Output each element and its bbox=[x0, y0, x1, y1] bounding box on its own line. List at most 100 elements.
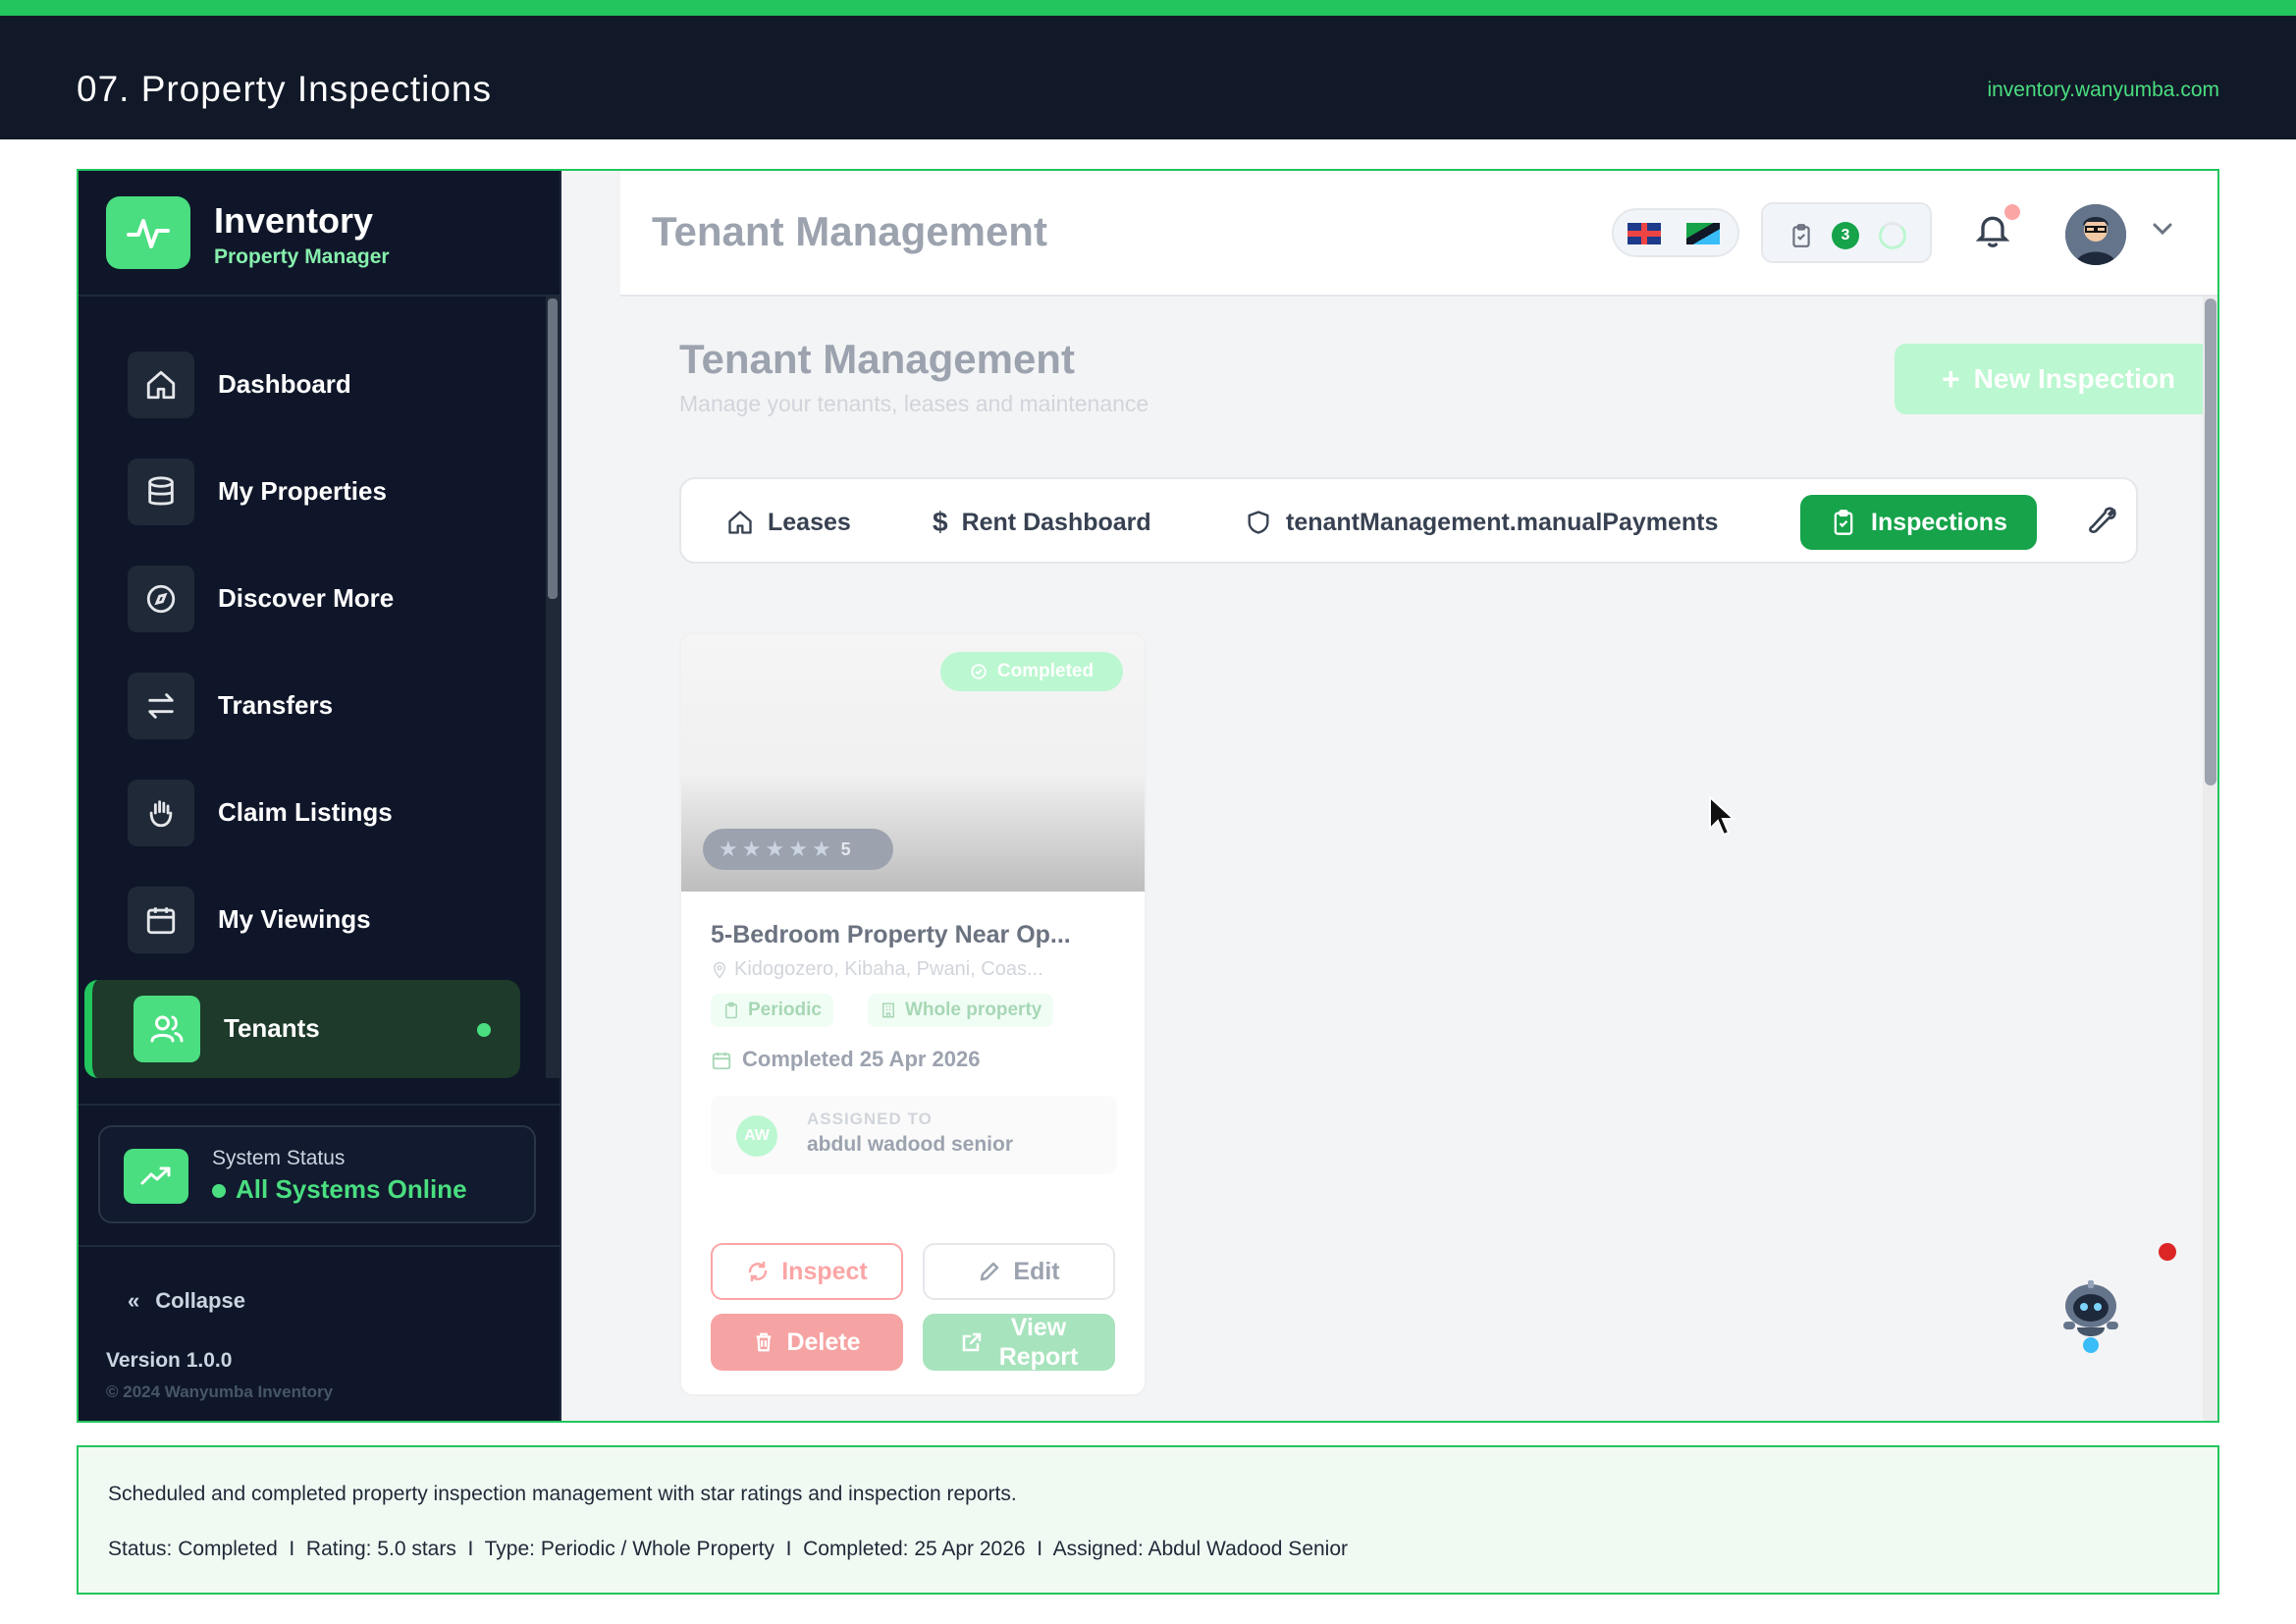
sidebar-item-label: Discover More bbox=[218, 583, 395, 613]
sidebar-divider bbox=[79, 1245, 560, 1247]
rating-badge: ★ ★ ★ ★ ★ 5 bbox=[703, 829, 893, 870]
sidebar-item-my-viewings[interactable]: My Viewings bbox=[128, 873, 550, 967]
online-dot bbox=[212, 1184, 226, 1199]
calendar-icon bbox=[128, 887, 194, 953]
page-header: 07. Property Inspections inventory.wanyu… bbox=[0, 16, 2296, 139]
tab-label: Leases bbox=[768, 508, 851, 536]
wrench-icon[interactable] bbox=[2087, 505, 2118, 536]
view-report-button[interactable]: View Report bbox=[923, 1314, 1115, 1371]
brand-name: Inventory bbox=[214, 200, 374, 241]
view-report-label: View Report bbox=[999, 1313, 1079, 1372]
new-inspection-button[interactable]: + New Inspection bbox=[1895, 344, 2217, 414]
status-text: Completed bbox=[996, 661, 1095, 681]
sidebar-item-label: Tenants bbox=[224, 1013, 320, 1043]
caption-details: Status: Completed I Rating: 5.0 stars I … bbox=[108, 1538, 1349, 1560]
sidebar-item-claim-listings[interactable]: Claim Listings bbox=[128, 766, 550, 860]
tanzania-flag-icon[interactable] bbox=[1686, 223, 1720, 244]
language-switcher[interactable] bbox=[1612, 208, 1739, 257]
star-icon: ★ bbox=[811, 837, 831, 861]
caption-description: Scheduled and completed property inspect… bbox=[108, 1483, 1017, 1505]
chatbot-robot-icon[interactable] bbox=[2054, 1278, 2128, 1357]
task-count-badge: 3 bbox=[1832, 222, 1859, 249]
star-icon: ★ bbox=[765, 837, 785, 861]
tab-leases[interactable]: Leases bbox=[726, 495, 851, 550]
sidebar-item-dashboard[interactable]: Dashboard bbox=[128, 338, 550, 432]
content-subtitle: Manage your tenants, leases and maintena… bbox=[679, 391, 1149, 416]
location-text: Kidogozero, Kibaha, Pwani, Coas... bbox=[734, 958, 1043, 980]
view-report-line1: View bbox=[1010, 1314, 1067, 1341]
home-icon bbox=[128, 352, 194, 418]
date-text: Completed 25 Apr 2026 bbox=[742, 1047, 981, 1071]
hand-icon bbox=[128, 780, 194, 846]
collapse-button[interactable]: « Collapse bbox=[128, 1288, 245, 1314]
collapse-label: Collapse bbox=[155, 1288, 245, 1313]
main-scrollbar-thumb[interactable] bbox=[2205, 298, 2216, 785]
edit-button[interactable]: Edit bbox=[923, 1243, 1115, 1300]
home-icon bbox=[728, 511, 752, 534]
app-version: Version 1.0.0 bbox=[106, 1349, 233, 1372]
status-badge: Completed bbox=[940, 652, 1123, 691]
edit-label: Edit bbox=[1013, 1257, 1060, 1285]
chevron-down-icon[interactable] bbox=[2152, 222, 2173, 236]
page-url: inventory.wanyumba.com bbox=[1987, 79, 2219, 101]
external-link-icon bbox=[962, 1332, 981, 1352]
avatar[interactable] bbox=[2065, 204, 2126, 265]
tab-bar: Leases $ Rent Dashboard tenantManagement… bbox=[679, 477, 2138, 564]
delete-label: Delete bbox=[786, 1327, 861, 1356]
notification-dot bbox=[2159, 1243, 2176, 1261]
completion-date: Completed 25 Apr 2026 bbox=[711, 1047, 981, 1072]
inspection-card: Completed ★ ★ ★ ★ ★ 5 5-Bedroom Property… bbox=[679, 632, 1147, 1396]
tab-inspections[interactable]: Inspections bbox=[1800, 495, 2037, 550]
dollar-icon: $ bbox=[933, 507, 948, 537]
compass-icon bbox=[128, 566, 194, 632]
tab-manual-payments[interactable]: tenantManagement.manualPayments bbox=[1245, 495, 1718, 550]
content-title: Tenant Management bbox=[679, 336, 1075, 382]
plus-icon: + bbox=[1941, 360, 1960, 397]
system-status-value: All Systems Online bbox=[212, 1174, 467, 1205]
caption-box: Scheduled and completed property inspect… bbox=[77, 1445, 2219, 1595]
tag-text: Periodic bbox=[748, 1000, 822, 1020]
notification-dot bbox=[2004, 204, 2020, 220]
active-indicator-dot bbox=[477, 1023, 491, 1037]
sidebar-item-label: My Viewings bbox=[218, 904, 371, 934]
clipboard-icon bbox=[725, 1001, 737, 1019]
sidebar-divider bbox=[79, 1104, 560, 1106]
top-accent-bar bbox=[0, 0, 2296, 16]
calendar-icon bbox=[712, 1052, 731, 1070]
tasks-indicator[interactable]: 3 bbox=[1761, 202, 1932, 263]
uk-flag-icon[interactable] bbox=[1628, 223, 1661, 244]
clipboard-icon bbox=[1834, 510, 1853, 535]
tab-rent-dashboard[interactable]: $ Rent Dashboard bbox=[933, 495, 1151, 550]
sidebar: Inventory Property Manager Dashboard My … bbox=[79, 171, 561, 1421]
sidebar-item-label: Claim Listings bbox=[218, 797, 393, 827]
copyright: © 2024 Wanyumba Inventory bbox=[106, 1382, 334, 1401]
delete-button[interactable]: Delete bbox=[711, 1314, 903, 1371]
assignee-avatar: AW bbox=[736, 1115, 777, 1157]
app-screenshot-frame: Inventory Property Manager Dashboard My … bbox=[77, 169, 2219, 1423]
refresh-icon bbox=[748, 1261, 768, 1282]
inspect-button[interactable]: Inspect bbox=[711, 1243, 903, 1300]
sidebar-item-tenants[interactable]: Tenants bbox=[84, 980, 520, 1078]
type-tag: Periodic bbox=[711, 994, 833, 1027]
sidebar-item-label: Dashboard bbox=[218, 369, 351, 399]
property-title[interactable]: 5-Bedroom Property Near Op... bbox=[711, 921, 1071, 949]
check-circle-icon bbox=[971, 664, 987, 679]
sidebar-item-discover-more[interactable]: Discover More bbox=[128, 552, 550, 646]
sidebar-item-transfers[interactable]: Transfers bbox=[128, 659, 550, 753]
map-pin-icon bbox=[713, 961, 726, 979]
system-status-card: System Status All Systems Online bbox=[98, 1125, 536, 1223]
star-icon: ★ bbox=[719, 837, 738, 861]
star-icon: ★ bbox=[788, 837, 808, 861]
sidebar-item-label: My Properties bbox=[218, 476, 387, 506]
loading-spinner-icon bbox=[1879, 222, 1906, 249]
sidebar-item-my-properties[interactable]: My Properties bbox=[128, 445, 550, 539]
rating-value: 5 bbox=[840, 839, 851, 859]
brand: Inventory Property Manager bbox=[79, 171, 560, 297]
main-content: Tenant Management 3 Tenant Management Ma… bbox=[561, 171, 2217, 1421]
tab-label: tenantManagement.manualPayments bbox=[1286, 508, 1719, 536]
appbar-title: Tenant Management bbox=[652, 208, 1047, 254]
scope-tag: Whole property bbox=[868, 994, 1054, 1027]
tag-text: Whole property bbox=[905, 1000, 1042, 1020]
users-icon bbox=[133, 996, 200, 1062]
new-inspection-label: New Inspection bbox=[1973, 363, 2176, 394]
